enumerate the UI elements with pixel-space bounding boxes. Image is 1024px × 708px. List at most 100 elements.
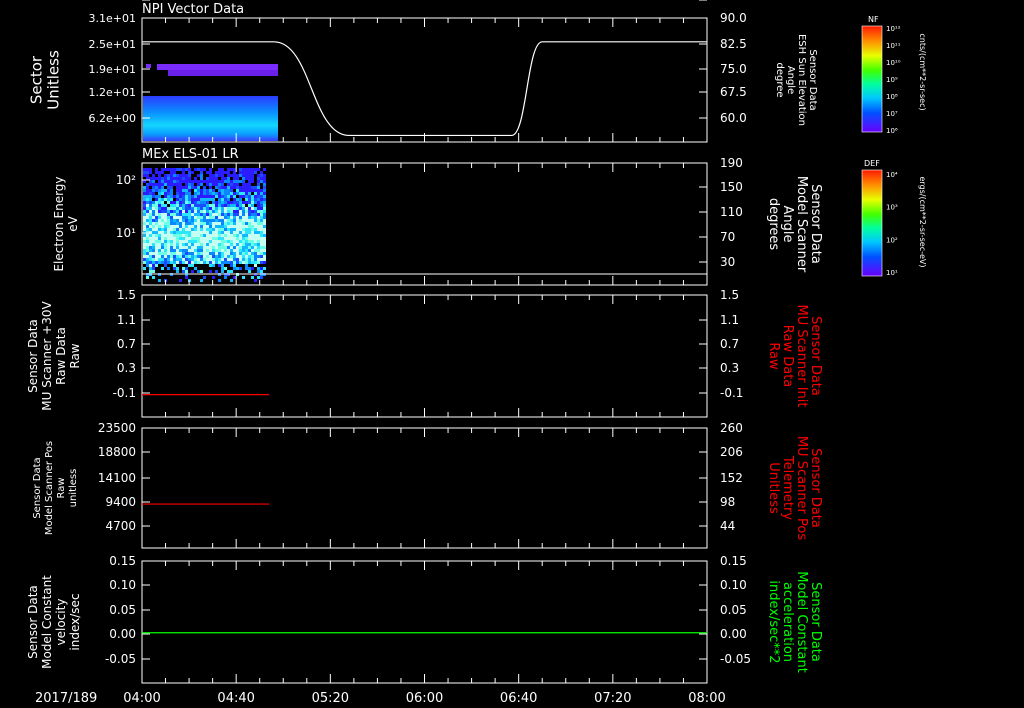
- spectro-cell: [203, 180, 206, 183]
- spectro-cell: [194, 204, 197, 207]
- spectro-cell: [218, 264, 221, 267]
- spectro-cell: [248, 213, 251, 216]
- panel5-right-ylabel: Sensor DataModel Constantaccelerationind…: [766, 571, 823, 673]
- spectro-cell: [167, 210, 170, 213]
- spectro-cell: [185, 207, 188, 210]
- spectro-cell: [191, 183, 194, 186]
- spectro-cell: [200, 255, 203, 258]
- spectro-cell: [173, 267, 176, 270]
- spectro-cell: [164, 207, 167, 210]
- spectro-cell: [254, 255, 257, 258]
- spectro-cell: [221, 246, 224, 249]
- spectro-cell: [239, 204, 242, 207]
- spectro-cell: [146, 171, 149, 174]
- spectro-cell: [203, 195, 206, 198]
- spectro-cell: [221, 264, 224, 267]
- spectro-cell: [194, 198, 197, 201]
- spectro-cell: [173, 240, 176, 243]
- spectro-cell: [179, 213, 182, 216]
- spectro-cell: [260, 201, 263, 204]
- colorbar-tick-label: 10⁴: [886, 171, 898, 179]
- spectro-cell: [263, 246, 266, 249]
- spectro-cell: [239, 216, 242, 219]
- spectro-cell: [173, 243, 176, 246]
- spectro-cell: [167, 243, 170, 246]
- spectro-cell: [263, 225, 266, 228]
- spectro-cell: [254, 219, 257, 222]
- spectro-cell: [197, 216, 200, 219]
- spectro-cell: [236, 237, 239, 240]
- spectro-cell: [161, 204, 164, 207]
- spectro-cell: [260, 177, 263, 180]
- spectro-cell: [152, 183, 155, 186]
- spectro-cell: [152, 228, 155, 231]
- spectro-cell: [236, 261, 239, 264]
- spectro-cell: [209, 186, 212, 189]
- spectro-cell: [149, 192, 152, 195]
- spectro-cell: [161, 189, 164, 192]
- spectro-cell: [200, 201, 203, 204]
- spectro-cell: [215, 174, 218, 177]
- spectro-cell: [221, 210, 224, 213]
- spectro-cell: [170, 189, 173, 192]
- left-tick-label: 2.5e+01: [89, 38, 136, 51]
- spectro-cell: [245, 168, 248, 171]
- spectro-cell: [224, 234, 227, 237]
- spectro-cell: [200, 246, 203, 249]
- spectro-cell: [212, 240, 215, 243]
- spectro-cell: [188, 246, 191, 249]
- right-tick-label: -0.10: [720, 0, 751, 3]
- spectro-cell: [182, 186, 185, 189]
- spectro-cell: [146, 255, 149, 258]
- spectro-cell: [263, 207, 266, 210]
- spectro-cell: [149, 267, 152, 270]
- spectro-cell: [257, 186, 260, 189]
- spectro-cell: [182, 168, 185, 171]
- spectro-cell: [194, 213, 197, 216]
- spectro-cell: [206, 258, 209, 261]
- spectro-cell: [209, 213, 212, 216]
- date-label: 2017/189: [35, 691, 97, 706]
- spectro-cell: [197, 231, 200, 234]
- spectro-cell: [221, 258, 224, 261]
- spectro-cell: [224, 210, 227, 213]
- colorbar-def: DEF 10⁴ 10³ 10² 10¹ ergs/(cm**2-sr-sec-eV): [861, 159, 927, 277]
- spectro-cell: [161, 216, 164, 219]
- spectro-cell: [158, 210, 161, 213]
- spectro-cell: [164, 222, 167, 225]
- spectro-cell: [191, 216, 194, 219]
- spectro-cell: [182, 261, 185, 264]
- spectro-cell: [236, 234, 239, 237]
- spectro-cell: [260, 213, 263, 216]
- panel4-right-ylabel: Sensor DataMU Scanner PosTelemetryUnitle…: [766, 436, 823, 541]
- spectro-cell: [161, 225, 164, 228]
- spectro-cell: [215, 213, 218, 216]
- spectro-cell: [221, 225, 224, 228]
- spectro-cell: [152, 252, 155, 255]
- spectro-cell: [215, 204, 218, 207]
- spectro-cell: [197, 240, 200, 243]
- spectro-cell: [143, 189, 146, 192]
- spectro-cell: [203, 258, 206, 261]
- spectro-cell: [152, 210, 155, 213]
- spectro-cell: [209, 240, 212, 243]
- spectro-cell: [161, 261, 164, 264]
- spectro-cell: [260, 252, 263, 255]
- spectro-cell: [179, 252, 182, 255]
- spectro-cell: [218, 201, 221, 204]
- spectro-cell: [206, 240, 209, 243]
- spectro-cell: [200, 168, 203, 171]
- spectro-cell: [188, 228, 191, 231]
- spectro-cell: [152, 258, 155, 261]
- right-tick-label: 0.15: [720, 554, 747, 568]
- spectro-cell: [239, 180, 242, 183]
- spectro-cell: [242, 201, 245, 204]
- spectro-cell: [158, 234, 161, 237]
- spectro-cell: [143, 258, 146, 261]
- spectro-cell: [188, 255, 191, 258]
- spectro-cell: [158, 183, 161, 186]
- spectro-cell: [218, 195, 221, 198]
- spectro-cell: [185, 210, 188, 213]
- spectro-cell: [212, 243, 215, 246]
- spectro-cell: [152, 225, 155, 228]
